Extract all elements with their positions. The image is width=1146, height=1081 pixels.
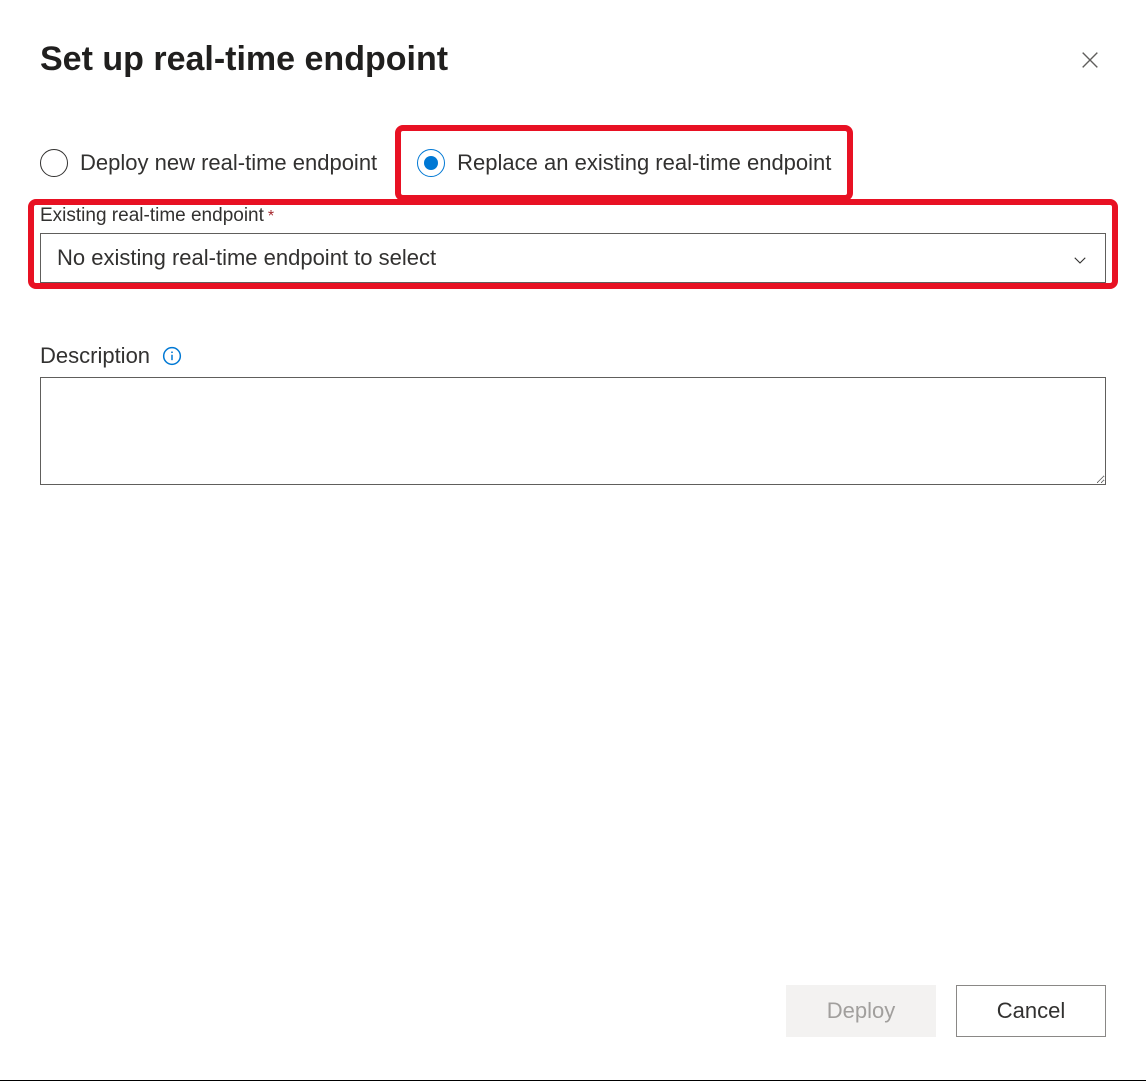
radio-icon	[40, 149, 68, 177]
dialog-header: Set up real-time endpoint	[40, 40, 1106, 79]
radio-label-deploy-new: Deploy new real-time endpoint	[80, 150, 377, 176]
existing-endpoint-label: Existing real-time endpoint	[40, 205, 264, 227]
setup-endpoint-dialog: Set up real-time endpoint Deploy new rea…	[0, 0, 1146, 1081]
description-label-row: Description	[40, 343, 1106, 369]
dialog-footer: Deploy Cancel	[40, 967, 1106, 1061]
radio-label-replace-existing: Replace an existing real-time endpoint	[457, 150, 831, 176]
radio-icon-selected	[417, 149, 445, 177]
cancel-button[interactable]: Cancel	[956, 985, 1106, 1037]
existing-endpoint-dropdown[interactable]: No existing real-time endpoint to select	[40, 233, 1106, 283]
deploy-button[interactable]: Deploy	[786, 985, 936, 1037]
field-label-row: Existing real-time endpoint*	[40, 205, 1106, 233]
close-button[interactable]	[1074, 44, 1106, 76]
existing-endpoint-field: Existing real-time endpoint* No existing…	[40, 205, 1106, 283]
required-indicator: *	[268, 208, 274, 225]
close-icon	[1079, 49, 1101, 71]
dialog-title: Set up real-time endpoint	[40, 40, 448, 79]
radio-replace-existing[interactable]: Replace an existing real-time endpoint	[417, 149, 831, 177]
chevron-down-icon	[1071, 249, 1089, 267]
deploy-mode-radio-group: Deploy new real-time endpoint Replace an…	[40, 149, 1106, 177]
dropdown-selected-text: No existing real-time endpoint to select	[57, 245, 436, 271]
info-icon[interactable]	[162, 346, 182, 366]
description-textarea[interactable]	[40, 377, 1106, 485]
description-label: Description	[40, 343, 150, 369]
radio-deploy-new[interactable]: Deploy new real-time endpoint	[40, 149, 377, 177]
description-field: Description	[40, 343, 1106, 490]
